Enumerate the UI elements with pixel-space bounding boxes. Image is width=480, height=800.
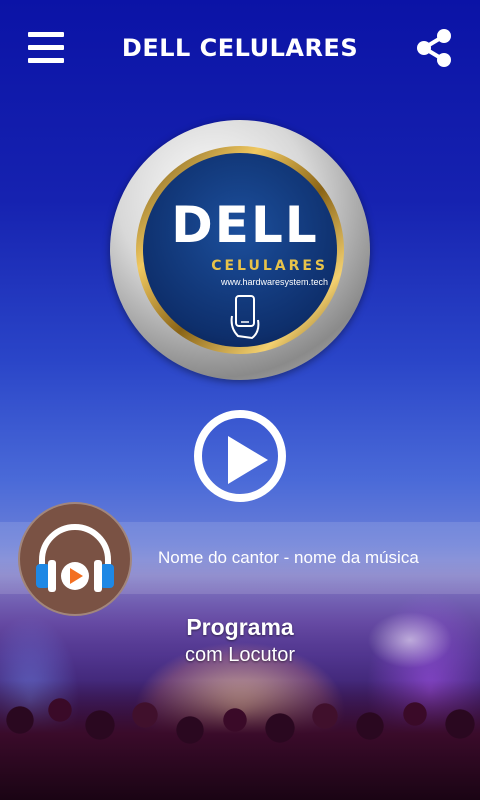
station-logo: DELL CELULARES www.hardwaresystem.tech (110, 120, 370, 380)
app-title: DELL CELULARES (121, 34, 359, 62)
app-header: DELL CELULARES (0, 0, 480, 100)
program-host: com Locutor (184, 644, 296, 666)
crowd-silhouettes (0, 680, 480, 800)
logo-subtitle: CELULARES (211, 258, 328, 274)
song-title: Nome do cantor - nome da música (158, 548, 419, 567)
album-cover (18, 502, 132, 616)
play-icon (228, 436, 268, 484)
smartphone-hand-icon (228, 294, 268, 347)
headphones-play-icon (36, 524, 114, 592)
program-name: Programa (186, 614, 294, 640)
share-icon[interactable] (414, 28, 454, 68)
logo-brand-text: DELL (171, 196, 319, 254)
logo-url: www.hardwaresystem.tech (220, 277, 328, 287)
play-button[interactable] (194, 410, 286, 502)
